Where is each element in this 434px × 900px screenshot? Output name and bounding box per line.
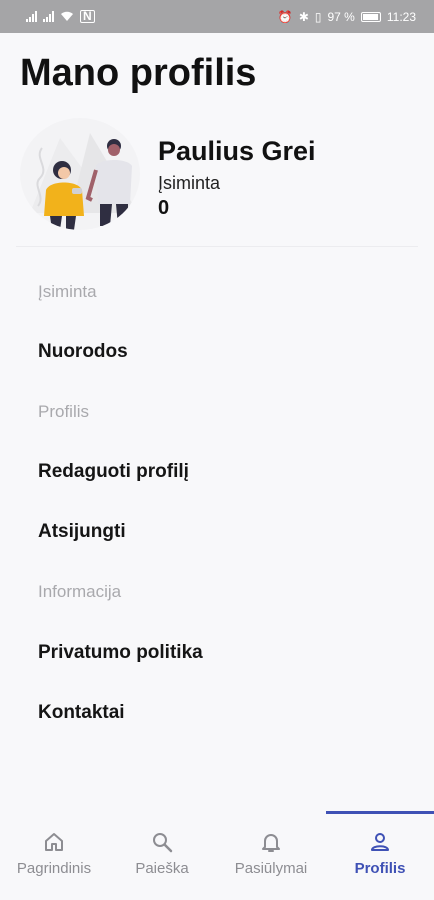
divider bbox=[16, 246, 418, 247]
bluetooth-icon: ✱ bbox=[298, 9, 309, 24]
nfc-icon: N bbox=[80, 10, 95, 23]
active-tab-indicator bbox=[326, 811, 434, 814]
battery-icon bbox=[360, 11, 381, 22]
status-bar: N ⏰ ✱ ▯ 97 % 11:23 bbox=[0, 0, 434, 33]
signal-icon-2 bbox=[43, 11, 54, 22]
tab-label-profile: Profilis bbox=[354, 860, 406, 877]
menu-item-edit-profile[interactable]: Redaguoti profilį bbox=[38, 461, 189, 483]
avatar[interactable] bbox=[20, 118, 140, 230]
status-right: ⏰ ✱ ▯ 97 % 11:23 bbox=[278, 10, 416, 24]
status-time: 11:23 bbox=[386, 9, 416, 24]
bell-icon bbox=[262, 834, 280, 852]
menu-item-contacts[interactable]: Kontaktai bbox=[38, 702, 125, 724]
status-left: N bbox=[26, 10, 95, 23]
menu-item-links[interactable]: Nuorodos bbox=[38, 341, 128, 363]
tab-profile[interactable]: Profilis bbox=[326, 830, 434, 890]
user-name: Paulius Grei bbox=[158, 136, 316, 166]
search-icon bbox=[153, 833, 173, 853]
battery-percent: 97 % bbox=[327, 9, 355, 24]
saved-label: Įsiminta bbox=[158, 173, 221, 193]
tab-home[interactable]: Pagrindinis bbox=[0, 830, 108, 890]
menu-item-logout[interactable]: Atsijungti bbox=[38, 521, 126, 543]
person-icon bbox=[371, 833, 389, 851]
tab-search[interactable]: Paieška bbox=[108, 830, 216, 890]
menu-item-privacy-policy[interactable]: Privatumo politika bbox=[38, 642, 203, 664]
section-info-header: Informacija bbox=[38, 582, 122, 601]
wifi-icon bbox=[61, 11, 73, 21]
saved-count: 0 bbox=[158, 197, 170, 219]
section-profile-header: Profilis bbox=[38, 402, 90, 421]
tab-label-home: Pagrindinis bbox=[16, 860, 92, 877]
vibrate-icon: ▯ bbox=[314, 9, 322, 24]
signal-icon bbox=[26, 11, 37, 22]
tab-offers[interactable]: Pasiūlymai bbox=[217, 830, 325, 890]
home-icon bbox=[45, 833, 63, 851]
section-saved-header: Įsiminta bbox=[38, 282, 97, 301]
tab-label-offers: Pasiūlymai bbox=[234, 860, 308, 877]
tab-label-search: Paieška bbox=[135, 860, 189, 877]
avatar-illustration bbox=[30, 133, 138, 230]
page-title: Mano profilis bbox=[20, 52, 257, 94]
alarm-icon: ⏰ bbox=[277, 9, 293, 24]
